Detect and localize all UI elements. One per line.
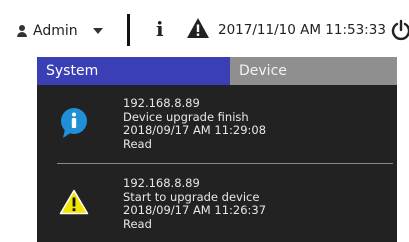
notification-ip: 192.168.8.89: [123, 96, 200, 110]
notification-ip: 192.168.8.89: [123, 176, 200, 190]
notification-message: Start to upgrade device: [123, 189, 260, 204]
user-name: Admin: [33, 23, 78, 39]
notification-tabs: System Device: [37, 57, 397, 85]
warning-icon: [187, 18, 209, 38]
power-button[interactable]: [390, 19, 409, 41]
info-button[interactable]: i: [156, 17, 164, 41]
notification-timestamp: 2018/09/17 AM 11:29:08: [123, 123, 267, 137]
notification-panel: System Device 192.168.8.89 Device upgrad…: [37, 57, 397, 242]
notification-timestamp: 2018/09/17 AM 11:26:37: [123, 203, 267, 217]
notification-item[interactable]: 192.168.8.89 Device upgrade finish 2018/…: [37, 96, 397, 169]
chevron-down-icon: [92, 28, 103, 34]
top-bar: Admin i 2017/11/10 AM 11:53:33: [0, 0, 409, 58]
system-datetime: 2017/11/10 AM 11:53:33: [218, 22, 386, 38]
power-icon: [391, 19, 409, 41]
warning-icon: [59, 189, 89, 219]
notification-divider: [57, 163, 393, 164]
info-icon: [59, 107, 89, 143]
notification-text: 192.168.8.89 Device upgrade finish 2018/…: [123, 96, 267, 151]
tab-system[interactable]: System: [37, 57, 230, 85]
warning-button[interactable]: [186, 17, 210, 39]
user-menu[interactable]: Admin: [16, 20, 103, 42]
toolbar-divider: [127, 14, 130, 46]
notification-status: Read: [123, 216, 152, 231]
user-icon: [16, 25, 28, 37]
tab-device[interactable]: Device: [230, 57, 397, 85]
notification-text: 192.168.8.89 Start to upgrade device 201…: [123, 176, 267, 231]
notification-item[interactable]: 192.168.8.89 Start to upgrade device 201…: [37, 176, 397, 242]
notification-message: Device upgrade finish: [123, 109, 249, 124]
notification-status: Read: [123, 136, 152, 151]
